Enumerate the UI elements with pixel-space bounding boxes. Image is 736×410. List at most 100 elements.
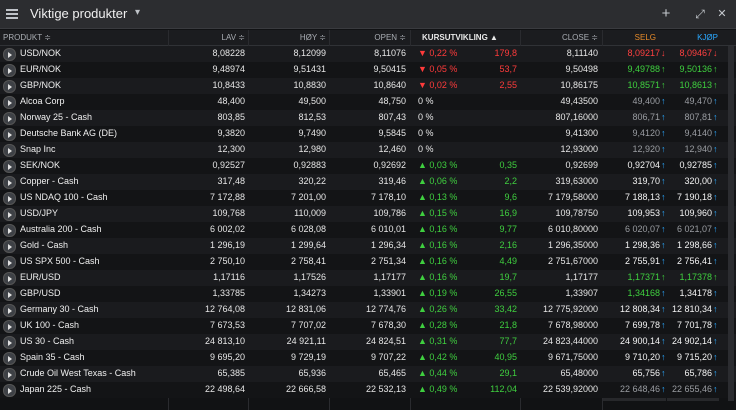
expand-row-icon[interactable] (3, 256, 16, 269)
col-header-product[interactable]: PRODUKT ≑ (3, 33, 51, 42)
high-value: 1 299,64 (290, 240, 326, 250)
table-row[interactable]: Germany 30 - Cash 12 764,08 12 831,06 12 77… (0, 302, 736, 318)
chevron-down-icon[interactable]: ▾ (135, 7, 140, 18)
table-row[interactable]: Australia 200 - Cash 6 002,02 6 028,08 6 01… (0, 222, 736, 238)
table-row[interactable]: UK 100 - Cash 7 673,53 7 707,02 7 678,30 ▲ 0… (0, 318, 736, 334)
close-value: 65,48000 (560, 368, 598, 378)
table-row[interactable]: USD/JPY 109,768 110,009 109,786 ▲ 0,15 % 16,9… (0, 206, 736, 222)
product-name: US SPX 500 - Cash (20, 256, 100, 266)
expand-icon[interactable]: ⤢ (690, 4, 710, 24)
change-percent: ▲ 0,44 % (418, 368, 458, 378)
col-header-close[interactable]: CLOSE ≑ (540, 33, 598, 42)
expand-row-icon[interactable] (3, 272, 16, 285)
table-row[interactable]: Crude Oil West Texas - Cash 65,385 65,936 6… (0, 366, 736, 382)
table-row[interactable]: Gold - Cash 1 296,19 1 299,64 1 296,34 ▲ 0,1… (0, 238, 736, 254)
close-value: 2 751,67000 (547, 256, 598, 266)
buy-price: 24 902,14 (671, 336, 712, 346)
table-row[interactable]: Snap Inc 12,300 12,980 12,460 0 % 12,93000 12,… (0, 142, 736, 158)
table-row[interactable]: USD/NOK 8,08228 8,12099 8,11076 ▼ 0,22 % 179,… (0, 46, 736, 62)
change-points: 77,7 (499, 336, 517, 346)
expand-row-icon[interactable] (3, 96, 16, 109)
low-value: 6 002,02 (209, 224, 245, 234)
table-row[interactable]: SEK/NOK 0,92527 0,92883 0,92692 ▲ 0,03 % 0,35… (0, 158, 736, 174)
table-row[interactable]: GBP/USD 1,33785 1,34273 1,33901 ▲ 0,19 % 26,5… (0, 286, 736, 302)
close-value: 9,41300 (565, 128, 598, 138)
col-header-open[interactable]: OPEN ≑ (350, 33, 406, 42)
low-value: 22 498,64 (204, 384, 245, 394)
table-row[interactable]: US 30 - Cash 24 813,10 24 921,11 24 824,51 ▲… (0, 334, 736, 350)
expand-row-icon[interactable] (3, 144, 16, 157)
open-value: 1 296,34 (370, 240, 406, 250)
col-header-high[interactable]: HØY ≑ (280, 33, 326, 42)
open-value: 2 751,34 (370, 256, 406, 266)
expand-row-icon[interactable] (3, 208, 16, 221)
expand-row-icon[interactable] (3, 112, 16, 125)
close-value: 9,50498 (565, 64, 598, 74)
table-row[interactable]: EUR/USD 1,17116 1,17526 1,17177 ▲ 0,16 % 19,7… (0, 270, 736, 286)
sell-trend-icon: ↑ (661, 320, 666, 330)
buy-price: 2 756,41 (676, 256, 712, 266)
table-row[interactable]: Deutsche Bank AG (DE) 9,3820 9,7490 9,5845 0… (0, 126, 736, 142)
sell-price: 9 710,20 (624, 352, 660, 362)
low-value: 48,400 (217, 96, 245, 106)
table-row[interactable]: Copper - Cash 317,48 320,22 319,46 ▲ 0,06 % 2… (0, 174, 736, 190)
change-percent: ▲ 0,28 % (418, 320, 458, 330)
product-name: USD/JPY (20, 208, 59, 218)
col-header-buy[interactable]: KJØP (670, 33, 718, 42)
expand-row-icon[interactable] (3, 288, 16, 301)
open-value: 9,50415 (373, 64, 406, 74)
sell-trend-icon: ↑ (661, 176, 666, 186)
buy-trend-icon: ↑ (713, 272, 718, 282)
low-value: 803,85 (217, 112, 245, 122)
change-percent: ▲ 0,26 % (418, 304, 458, 314)
change-points: 16,9 (499, 208, 517, 218)
high-value: 10,8830 (293, 80, 326, 90)
expand-row-icon[interactable] (3, 336, 16, 349)
open-value: 0,92692 (373, 160, 406, 170)
expand-row-icon[interactable] (3, 80, 16, 93)
low-value: 2 750,10 (209, 256, 245, 266)
close-icon[interactable]: ✕ (712, 4, 732, 24)
table-row[interactable]: Spain 35 - Cash 9 695,20 9 729,19 9 707,22 ▲… (0, 350, 736, 366)
expand-row-icon[interactable] (3, 240, 16, 253)
expand-row-icon[interactable] (3, 160, 16, 173)
change-points: 0,35 (499, 160, 517, 170)
expand-row-icon[interactable] (3, 48, 16, 61)
buy-price: 1 298,66 (676, 240, 712, 250)
sell-trend-icon: ↑ (661, 160, 666, 170)
expand-row-icon[interactable] (3, 128, 16, 141)
expand-row-icon[interactable] (3, 176, 16, 189)
expand-row-icon[interactable] (3, 320, 16, 333)
table-row[interactable]: EUR/NOK 9,48974 9,51431 9,50415 ▼ 0,05 % 53,7… (0, 62, 736, 78)
col-header-change[interactable]: KURSUTVIKLING ▲ (420, 33, 500, 42)
menu-icon[interactable] (2, 4, 22, 24)
panel-title[interactable]: Viktige produkter (30, 6, 127, 21)
expand-row-icon[interactable] (3, 384, 16, 397)
table-row[interactable]: Alcoa Corp 48,400 49,500 48,750 0 % 49,43500 4… (0, 94, 736, 110)
expand-row-icon[interactable] (3, 352, 16, 365)
buy-trend-icon: ↑ (713, 96, 718, 106)
table-row[interactable]: Norway 25 - Cash 803,85 812,53 807,43 0 % 807… (0, 110, 736, 126)
table-row[interactable]: US SPX 500 - Cash 2 750,10 2 758,41 2 751,3… (0, 254, 736, 270)
expand-row-icon[interactable] (3, 304, 16, 317)
close-value: 6 010,80000 (547, 224, 598, 234)
change-percent: ▲ 0,19 % (418, 288, 458, 298)
expand-row-icon[interactable] (3, 368, 16, 381)
sell-trend-icon: ↑ (661, 96, 666, 106)
col-header-sell[interactable]: SELG (610, 33, 656, 42)
add-icon[interactable]: + (656, 4, 676, 24)
table-row[interactable]: GBP/NOK 10,8433 10,8830 10,8640 ▼ 0,02 % 2,55… (0, 78, 736, 94)
expand-row-icon[interactable] (3, 224, 16, 237)
high-value: 6 028,08 (290, 224, 326, 234)
open-value: 12 774,76 (365, 304, 406, 314)
low-value: 10,8433 (212, 80, 245, 90)
close-value: 109,78750 (555, 208, 598, 218)
product-name: Snap Inc (20, 144, 56, 154)
expand-row-icon[interactable] (3, 192, 16, 205)
table-row[interactable]: US NDAQ 100 - Cash 7 172,88 7 201,00 7 178,… (0, 190, 736, 206)
table-row[interactable]: Japan 225 - Cash 22 498,64 22 666,58 22 532… (0, 382, 736, 398)
change-percent: ▲ 0,06 % (418, 176, 458, 186)
expand-row-icon[interactable] (3, 64, 16, 77)
col-header-low[interactable]: LAV ≑ (200, 33, 245, 42)
scrollbar-track[interactable] (728, 46, 734, 401)
